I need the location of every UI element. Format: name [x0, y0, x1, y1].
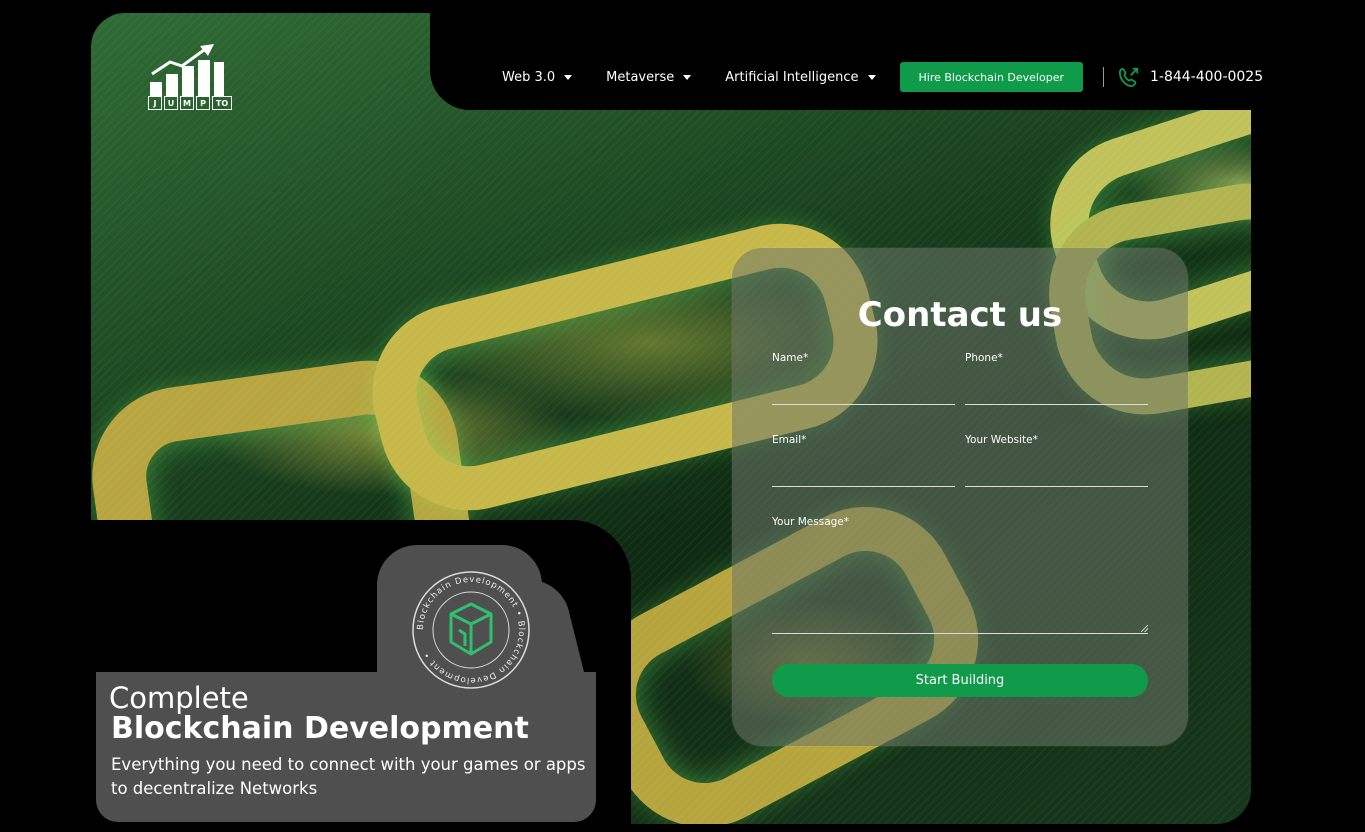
field-underline: [965, 486, 1148, 487]
nav-item-label: Web 3.0: [502, 69, 556, 85]
field-underline: [965, 404, 1148, 405]
field-underline: [772, 486, 955, 487]
logo-letter: J: [148, 96, 162, 110]
hero-description: Everything you need to connect with your…: [111, 755, 586, 798]
blockchain-badge-icon: Blockchain Development • Blockchain Deve…: [412, 571, 530, 689]
hero-title-line2: Blockchain Development: [111, 711, 529, 746]
message-label: Your Message*: [772, 516, 850, 528]
resize-handle-icon[interactable]: [1141, 625, 1148, 632]
hero-title-line1: Complete: [109, 681, 249, 715]
phone-link[interactable]: 1-844-400-0025: [1118, 66, 1263, 88]
logo-letter: U: [164, 96, 178, 110]
header-notch: [430, 0, 1365, 110]
nav-item-label: Metaverse: [606, 69, 675, 85]
start-building-button[interactable]: Start Building: [772, 664, 1148, 697]
page-margin: [1251, 0, 1365, 832]
website-label: Your Website*: [965, 434, 1038, 446]
logo[interactable]: J U M P TO: [148, 44, 232, 110]
nav-item-label: Artificial Intelligence: [725, 69, 859, 85]
phone-icon: [1118, 67, 1139, 88]
logo-letter: M: [180, 96, 194, 110]
name-field[interactable]: Name*: [772, 352, 955, 405]
phone-label: Phone*: [965, 352, 1003, 364]
email-label: Email*: [772, 434, 807, 446]
nav-item-metaverse[interactable]: Metaverse: [606, 69, 692, 85]
hire-developer-button[interactable]: Hire Blockchain Developer: [899, 62, 1083, 92]
name-label: Name*: [772, 352, 809, 364]
chevron-down-icon: [564, 74, 573, 80]
logo-letter: TO: [212, 96, 232, 110]
field-underline: [772, 633, 1148, 634]
logo-letter: P: [196, 96, 210, 110]
field-underline: [772, 404, 955, 405]
contact-form: Contact us Name* Phone* Email* Your Webs…: [732, 248, 1188, 746]
logo-wordmark: J U M P TO: [148, 96, 232, 110]
phone-field[interactable]: Phone*: [965, 352, 1148, 405]
message-field[interactable]: Your Message*: [772, 516, 1148, 634]
phone-number: 1-844-400-0025: [1149, 69, 1264, 85]
growth-chart-icon: [150, 44, 224, 96]
nav-item-artificial-intelligence[interactable]: Artificial Intelligence: [725, 69, 876, 85]
nav-divider: [1102, 67, 1104, 87]
nav-item-web3[interactable]: Web 3.0: [502, 69, 573, 85]
chevron-down-icon: [867, 74, 876, 80]
main-nav: Web 3.0 Metaverse Artificial Intelligenc…: [502, 62, 1263, 92]
form-title: Contact us: [857, 295, 1063, 335]
chevron-down-icon: [683, 74, 692, 80]
website-field[interactable]: Your Website*: [965, 434, 1148, 487]
email-field[interactable]: Email*: [772, 434, 955, 487]
